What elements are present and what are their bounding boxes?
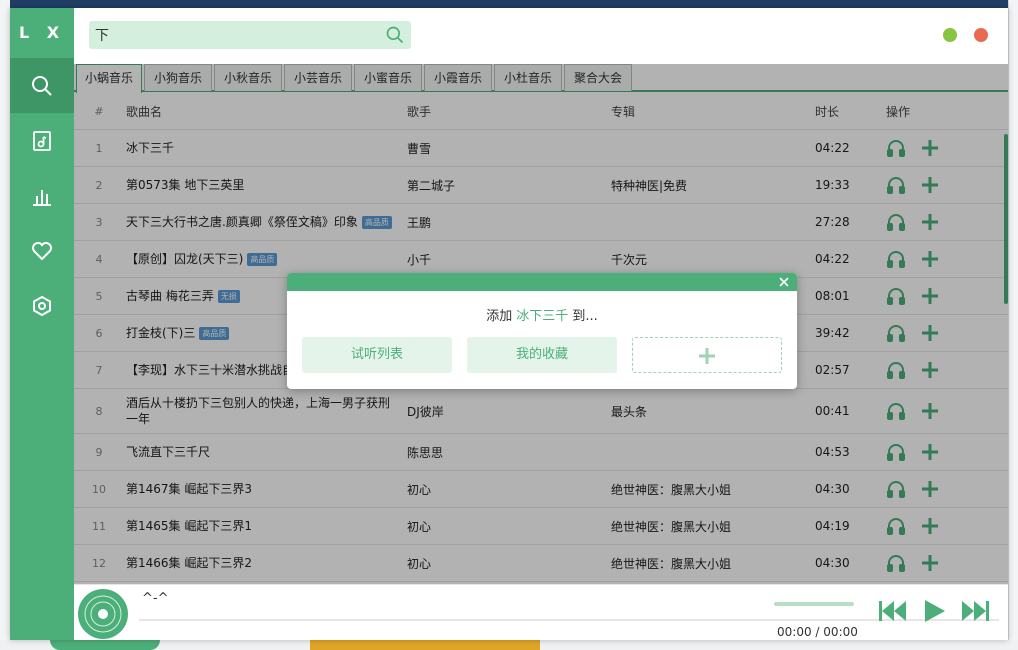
search-box (89, 21, 411, 49)
favorites-button[interactable]: 我的收藏 (467, 337, 617, 373)
desktop-decoration (310, 640, 540, 650)
close-icon[interactable] (777, 275, 791, 289)
desktop-background-right (1008, 0, 1018, 650)
volume-slider[interactable] (774, 602, 854, 606)
dialog-song-name: 冰下三千 (516, 309, 568, 324)
dialog-title-bar (287, 273, 797, 291)
desktop-decoration (50, 640, 160, 650)
new-list-button[interactable] (632, 337, 782, 373)
nav-leaderboard[interactable] (10, 168, 74, 223)
dialog-prefix: 添加 (486, 309, 512, 324)
next-track-icon[interactable] (959, 597, 991, 625)
time-display: 00:00 / 00:00 (777, 625, 858, 639)
heart-icon (30, 239, 54, 263)
previous-track-icon[interactable] (877, 597, 909, 625)
plus-icon (697, 346, 717, 366)
nav-song-list[interactable] (10, 113, 74, 168)
disc-icon[interactable] (76, 587, 130, 641)
nav-favorites[interactable] (10, 223, 74, 278)
progress-bar[interactable] (139, 619, 999, 621)
search-icon (30, 74, 54, 98)
desktop-background-bottom (0, 640, 1018, 650)
sidebar: L X (10, 8, 74, 640)
listen-list-button[interactable]: 试听列表 (302, 337, 452, 373)
dialog-suffix: 到... (572, 309, 597, 324)
minimize-button[interactable] (943, 28, 957, 42)
search-input[interactable] (95, 21, 375, 49)
add-to-list-dialog: 添加冰下三千到... 试听列表 我的收藏 (287, 273, 797, 389)
dialog-message: 添加冰下三千到... (287, 305, 797, 324)
desktop-background-top (0, 0, 1018, 8)
settings-icon (30, 294, 54, 318)
app-window: L X 小蜗音乐 小狗音乐 小秋音乐 小芸音乐 小蜜 (10, 8, 1008, 640)
time-separator: / (815, 625, 819, 639)
current-time: 00:00 (777, 625, 812, 639)
header (74, 8, 1008, 64)
track-title: ^-^ (142, 591, 168, 606)
close-button[interactable] (974, 28, 988, 42)
app-logo: L X (10, 8, 74, 58)
dialog-buttons: 试听列表 我的收藏 (302, 337, 782, 373)
player-bar: ^-^ 00:00 / 00:00 (74, 584, 1008, 640)
music-list-icon (30, 129, 54, 153)
nav-settings[interactable] (10, 278, 74, 333)
nav-search[interactable] (10, 58, 74, 113)
total-time: 00:00 (823, 625, 858, 639)
search-icon[interactable] (385, 25, 405, 45)
desktop-background-left (0, 0, 10, 650)
chart-icon (30, 184, 54, 208)
play-icon[interactable] (919, 597, 949, 625)
